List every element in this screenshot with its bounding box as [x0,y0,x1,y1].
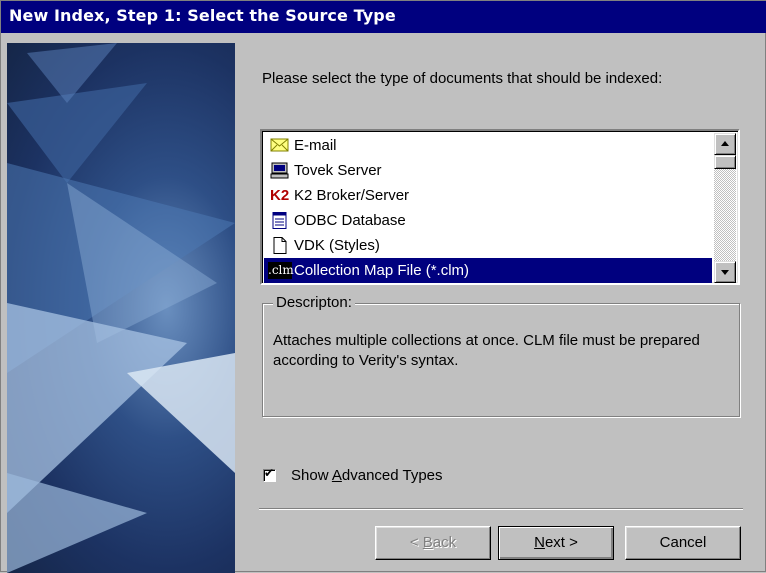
list-item-label: Tovek Server [294,162,382,179]
database-icon [270,212,290,229]
list-item-email[interactable]: E-mail [264,133,684,158]
description-text: Attaches multiple collections at once. C… [273,332,700,369]
document-icon [270,237,290,254]
description-group: Descripton: Attaches multiple collection… [262,294,740,417]
list-item-k2-broker[interactable]: K2 K2 Broker/Server [264,183,684,208]
list-item-label: Collection Map File (*.clm) [294,262,470,279]
list-item-label: VDK (Styles) [294,237,380,254]
computer-icon [270,162,290,179]
k2-icon: K2 [270,187,290,204]
arrow-up-icon [721,141,729,146]
list-item-vdk-styles[interactable]: VDK (Styles) [264,233,684,258]
list-item-odbc-database[interactable]: ODBC Database [264,208,684,233]
description-legend: Descripton: [273,294,355,312]
list-scrollbar[interactable] [714,133,736,283]
button-separator [259,508,743,510]
instruction-text: Please select the type of documents that… [262,70,663,87]
back-button[interactable]: < Back [375,526,491,560]
arrow-down-icon [721,270,729,275]
wizard-side-graphic [7,43,235,573]
cancel-button[interactable]: Cancel [625,526,741,560]
envelope-icon [270,137,290,154]
scroll-down-button[interactable] [714,261,736,283]
show-advanced-checkbox[interactable]: ✔ [263,466,276,482]
list-item-label: E-mail [294,137,337,154]
list-item-label: ODBC Database [294,212,406,229]
show-advanced-label: Show Advanced Types [291,467,443,484]
scroll-up-button[interactable] [714,133,736,155]
list-item-collection-map-file[interactable]: .clm Collection Map File (*.clm) [264,258,712,283]
source-type-list[interactable]: E-mail Tovek Server K2 K2 Broker/Server … [260,129,740,285]
scroll-thumb[interactable] [714,155,736,169]
new-index-dialog: New Index, Step 1: Select the Source Typ… [0,0,766,573]
list-item-label: K2 Broker/Server [294,187,410,204]
next-button[interactable]: Next > [498,526,614,560]
checkmark-icon: ✔ [264,466,275,480]
clm-icon: .clm [268,262,294,279]
dialog-title: New Index, Step 1: Select the Source Typ… [1,1,766,33]
list-item-tovek-server[interactable]: Tovek Server [264,158,684,183]
